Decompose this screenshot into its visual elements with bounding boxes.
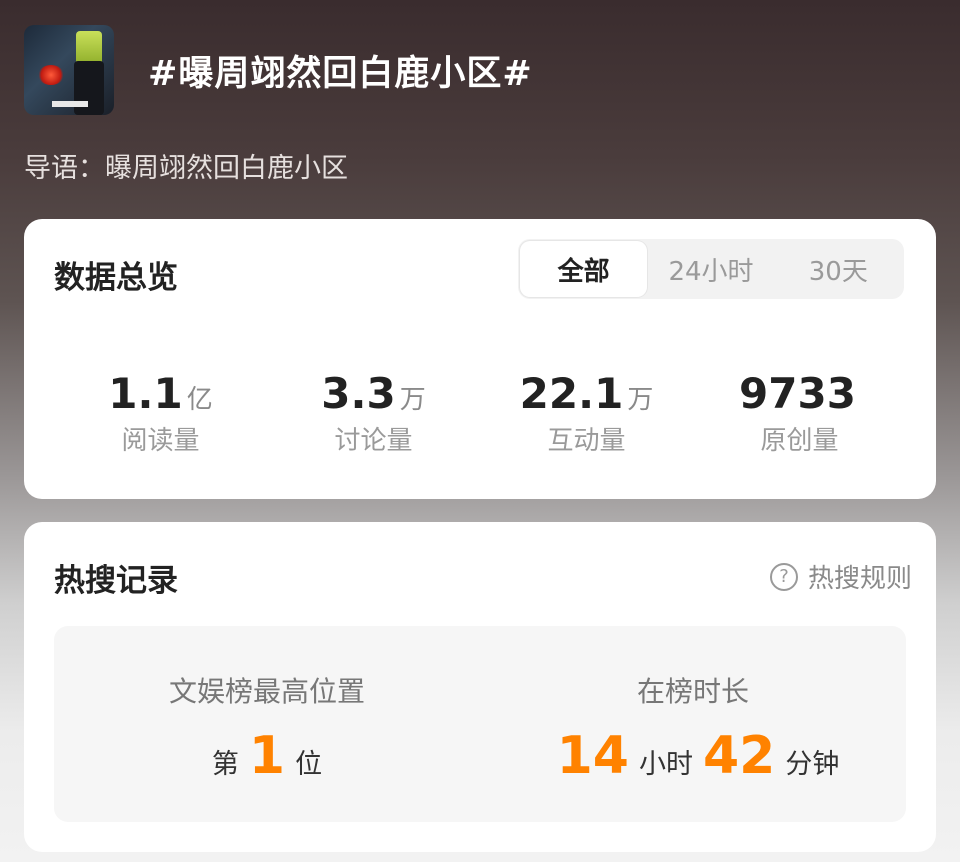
- stat-discuss: 3.3 万 讨论量: [267, 369, 480, 457]
- stat-unit: 亿: [186, 385, 213, 415]
- duration-minutes-unit: 分钟: [785, 749, 840, 780]
- duration-minutes: 42: [703, 726, 776, 786]
- overview-title: 数据总览: [54, 260, 178, 296]
- stat-interact: 22.1 万 互动量: [480, 369, 693, 457]
- time-range-selector: 全部 24小时 30天: [518, 239, 904, 299]
- tab-24h[interactable]: 24小时: [647, 241, 774, 297]
- peak-rank-prefix: 第: [211, 749, 239, 780]
- question-circle-icon: ?: [769, 562, 798, 591]
- topic-title: #曝周翊然回白鹿小区#: [148, 53, 533, 94]
- peak-rank-label: 文娱榜最高位置: [168, 675, 365, 708]
- tab-30d[interactable]: 30天: [775, 241, 902, 297]
- peak-rank-suffix: 位: [295, 749, 323, 780]
- car-light-shape: [38, 65, 64, 85]
- hot-search-card: 热搜记录 ? 热搜规则 文娱榜最高位置 第 1 位 在榜时长 14 小时 42 …: [24, 522, 936, 852]
- caption-strip-shape: [52, 101, 88, 107]
- stat-value: 9733: [739, 369, 856, 418]
- stat-original: 9733 原创量: [693, 369, 906, 457]
- stat-value: 22.1: [519, 369, 624, 418]
- duration-label: 在榜时长: [636, 675, 749, 708]
- overview-card: 数据总览 全部 24小时 30天 1.1 亿 阅读量 3.3 万 讨论量 22.…: [24, 219, 936, 499]
- stat-unit: 万: [627, 385, 654, 415]
- tab-all[interactable]: 全部: [520, 241, 648, 297]
- topic-thumbnail[interactable]: [24, 25, 114, 115]
- stat-label: 阅读量: [121, 426, 200, 456]
- topic-header: #曝周翊然回白鹿小区#: [24, 24, 936, 116]
- stats-row: 1.1 亿 阅读量 3.3 万 讨论量 22.1 万 互动量 9733 原创量: [54, 369, 906, 457]
- duration-hours-unit: 小时: [639, 749, 693, 780]
- peak-rank-value: 1: [248, 726, 286, 786]
- person-vest-shape: [76, 31, 102, 65]
- hot-search-rules-link[interactable]: ? 热搜规则: [769, 558, 912, 595]
- stat-label: 讨论量: [334, 426, 413, 456]
- duration-section: 在榜时长 14 小时 42 分钟: [480, 626, 906, 822]
- rules-label: 热搜规则: [807, 564, 912, 594]
- stat-read: 1.1 亿 阅读量: [54, 369, 267, 457]
- hot-search-record-panel: 文娱榜最高位置 第 1 位 在榜时长 14 小时 42 分钟: [54, 626, 906, 822]
- stat-value: 1.1: [108, 369, 183, 418]
- peak-rank-section: 文娱榜最高位置 第 1 位: [54, 626, 480, 822]
- stat-value: 3.3: [321, 369, 396, 418]
- topic-intro: 导语：曝周翊然回白鹿小区: [24, 153, 348, 184]
- hot-search-title: 热搜记录: [54, 563, 178, 599]
- stat-label: 原创量: [760, 426, 839, 456]
- duration-hours: 14: [556, 726, 629, 786]
- stat-unit: 万: [399, 385, 426, 415]
- stat-label: 互动量: [547, 426, 626, 456]
